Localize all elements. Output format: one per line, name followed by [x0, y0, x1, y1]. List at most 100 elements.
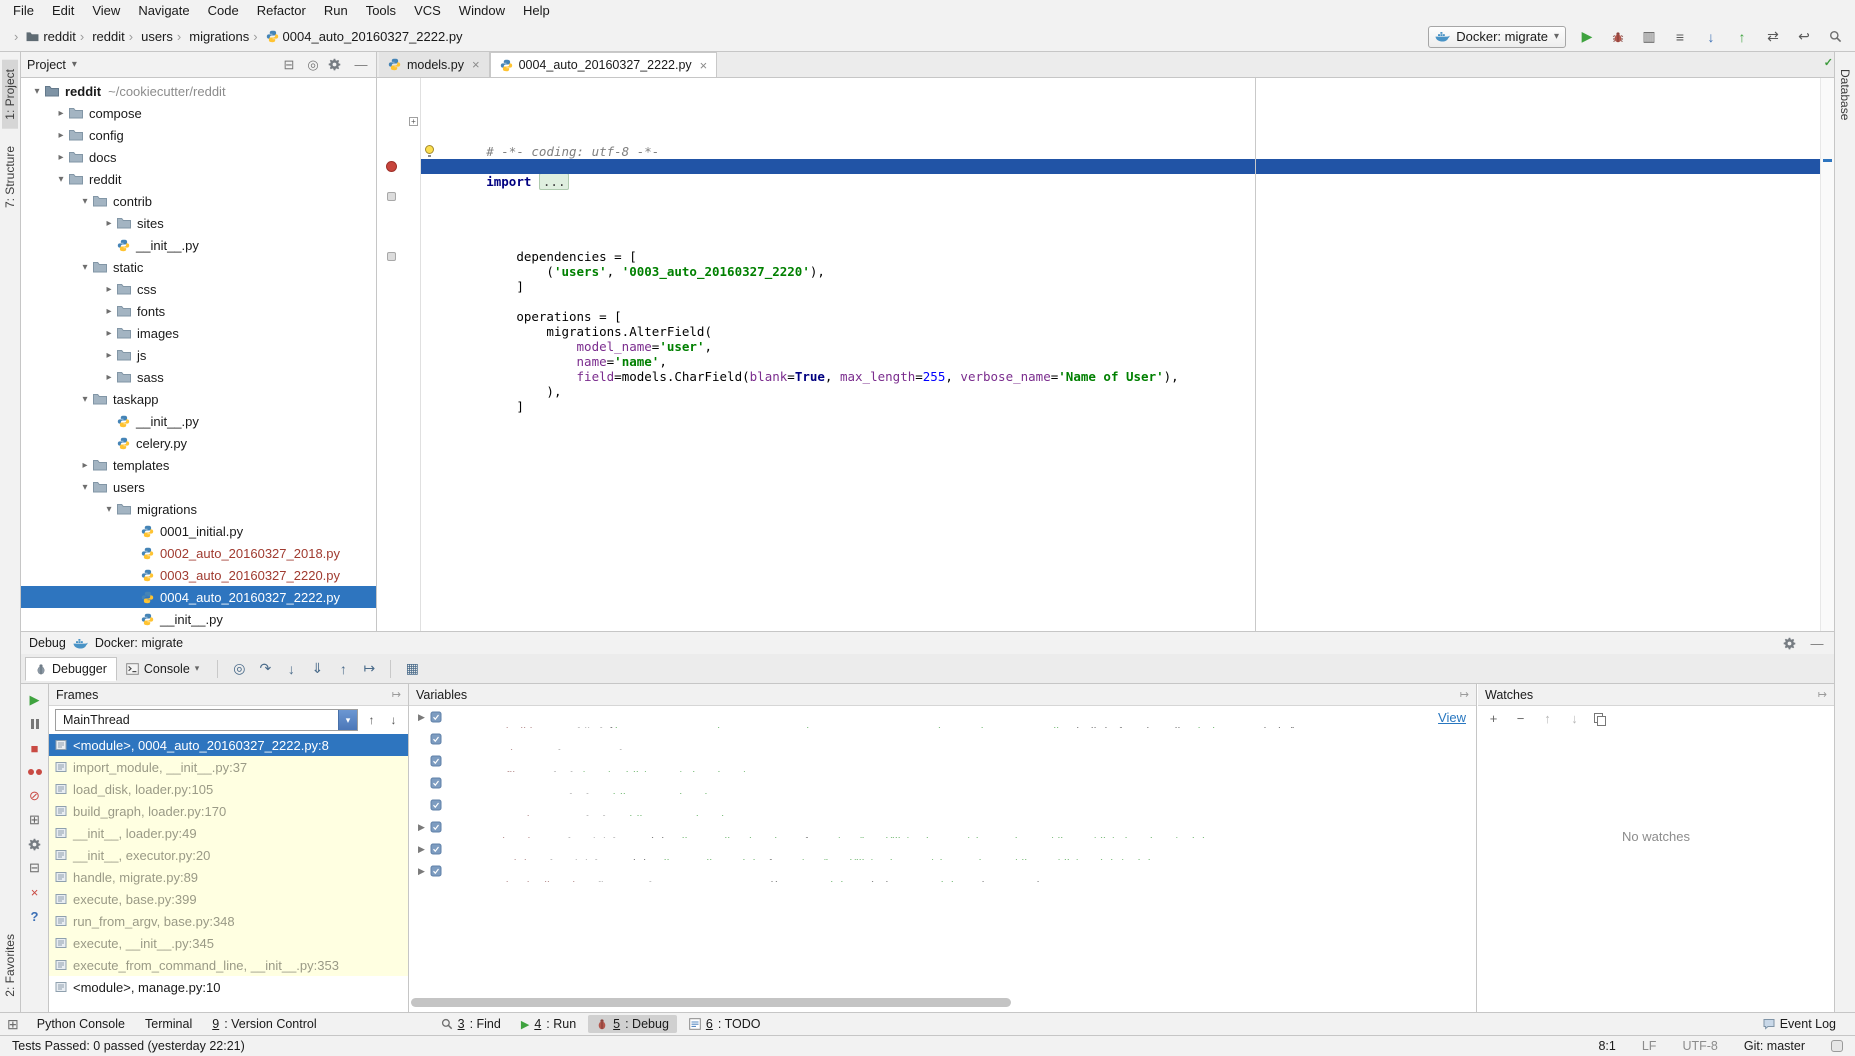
tree-item[interactable]: 0002_auto_20160327_2018.py [21, 542, 376, 564]
tree-arrow-icon[interactable] [53, 152, 69, 163]
variable-row[interactable]: __file__ = {str} '/app/reddit/users/migr… [409, 750, 1476, 772]
view-link[interactable]: View [1438, 710, 1476, 725]
editor-tab[interactable]: models.py [379, 52, 490, 77]
line-separator-indicator[interactable]: LF [1642, 1039, 1657, 1053]
tree-item[interactable]: 0001_initial.py [21, 520, 376, 542]
tree-item[interactable]: fonts [21, 300, 376, 322]
stop-button[interactable]: ■ [26, 740, 44, 756]
copy-icon[interactable] [1594, 713, 1605, 725]
code-editor[interactable]: # -*- coding: utf-8 -*- # Generated by D… [421, 78, 1820, 631]
settings-gear-icon[interactable] [1783, 637, 1801, 650]
menu-item[interactable]: File [4, 0, 43, 22]
tree-arrow-icon[interactable] [101, 306, 117, 317]
git-branch-indicator[interactable]: Git: master [1744, 1039, 1805, 1053]
menu-item[interactable]: Refactor [248, 0, 315, 22]
menu-item[interactable]: Edit [43, 0, 83, 22]
tree-item[interactable]: 0004_auto_20160327_2222.py [21, 586, 376, 608]
tree-arrow-icon[interactable] [101, 284, 117, 295]
breadcrumb-item[interactable]: › 0004_auto_20160327_2222.py [249, 29, 462, 44]
toolwindow-button[interactable]: Python Console [29, 1015, 133, 1033]
status-message[interactable]: Tests Passed: 0 passed (yesterday 22:21) [12, 1039, 245, 1053]
run-configuration-select[interactable]: Docker: migrate ▾ [1428, 26, 1566, 48]
frame-row[interactable]: run_from_argv, base.py:348 [49, 910, 408, 932]
stripe-button-project[interactable]: 1: Project [2, 60, 18, 129]
tree-item[interactable]: templates [21, 454, 376, 476]
tree-item[interactable]: taskapp [21, 388, 376, 410]
toolwindow-button[interactable]: ▶ 3: Find [433, 1015, 509, 1033]
tree-item[interactable]: js [21, 344, 376, 366]
frame-row[interactable]: execute, __init__.py:345 [49, 932, 408, 954]
tree-item[interactable]: config [21, 124, 376, 146]
force-step-into-icon[interactable]: ⇓ [305, 659, 329, 679]
search-everywhere-icon[interactable] [1825, 27, 1845, 47]
tree-item[interactable]: 0003_auto_20160327_2220.py [21, 564, 376, 586]
tree-arrow-icon[interactable] [77, 460, 93, 471]
editor-tab[interactable]: 0004_auto_20160327_2222.py [490, 52, 718, 77]
move-watch-down-icon[interactable]: ↓ [1567, 711, 1582, 726]
tree-item[interactable]: reddit ~/cookiecutter/reddit [21, 80, 376, 102]
tree-arrow-icon[interactable] [53, 130, 69, 141]
view-breakpoints-button[interactable] [26, 764, 44, 780]
tree-arrow-icon[interactable] [77, 196, 93, 207]
frame-row[interactable]: <module>, 0004_auto_20160327_2222.py:8 [49, 734, 408, 756]
frame-row[interactable]: execute_from_command_line, __init__.py:3… [49, 954, 408, 976]
breadcrumb-item[interactable]: › users [125, 29, 173, 44]
vcs-update-button[interactable]: ↓ [1701, 27, 1721, 47]
tree-arrow-icon[interactable] [101, 218, 117, 229]
chevron-down-icon[interactable]: ▾ [72, 59, 77, 70]
add-watch-icon[interactable]: + [1486, 711, 1501, 726]
frame-row[interactable]: <module>, manage.py:10 [49, 976, 408, 998]
rollback-button[interactable]: ↩ [1794, 27, 1814, 47]
remove-watch-icon[interactable]: − [1513, 711, 1528, 726]
toolwindow-button[interactable]: ▶ 4: Run [513, 1015, 584, 1033]
panel-options-icon[interactable]: ↦ [1818, 688, 1827, 701]
variable-row[interactable]: models = {module} <module 'django.db.mod… [409, 838, 1476, 860]
attach-to-process-button[interactable]: ≡ [1670, 27, 1690, 47]
menu-item[interactable]: Navigate [129, 0, 198, 22]
expand-arrow-icon[interactable] [415, 844, 428, 855]
toolwindow-button[interactable]: ▶ 5: Debug [588, 1015, 677, 1033]
pin-tab-button[interactable]: ⊟ [26, 860, 44, 876]
frame-row[interactable]: build_graph, loader.py:170 [49, 800, 408, 822]
tree-item[interactable]: migrations [21, 498, 376, 520]
tree-item[interactable]: __init__.py [21, 410, 376, 432]
breadcrumb-item[interactable]: › reddit [76, 29, 125, 44]
run-button[interactable]: ▶ [1577, 27, 1597, 47]
tree-arrow-icon[interactable] [53, 174, 69, 185]
menu-item[interactable]: VCS [405, 0, 450, 22]
frame-row[interactable]: import_module, __init__.py:37 [49, 756, 408, 778]
tab-close-icon[interactable] [472, 57, 480, 72]
expand-arrow-icon[interactable] [415, 822, 428, 833]
project-view-title[interactable]: Project [27, 58, 66, 72]
status-indicator-icon[interactable] [1831, 1040, 1843, 1052]
expand-arrow-icon[interactable] [415, 866, 428, 877]
variable-row[interactable]: __package__ = {str} 'reddit.users.migrat… [409, 794, 1476, 816]
variable-row[interactable]: __doc__ = {NoneType} None [409, 728, 1476, 750]
tree-arrow-icon[interactable] [53, 108, 69, 119]
evaluate-expression-icon[interactable]: ▦ [400, 659, 424, 679]
panel-options-icon[interactable]: ↦ [1460, 688, 1469, 701]
expand-arrow-icon[interactable] [415, 712, 428, 723]
menu-item[interactable]: Code [199, 0, 248, 22]
tree-item[interactable]: docs [21, 146, 376, 168]
tree-item[interactable]: images [21, 322, 376, 344]
gutter-marker-icon[interactable] [387, 252, 396, 261]
frame-row[interactable]: load_disk, loader.py:105 [49, 778, 408, 800]
tree-item[interactable]: sites [21, 212, 376, 234]
resume-button[interactable]: ▶ [26, 692, 44, 708]
menu-item[interactable]: Window [450, 0, 514, 22]
tree-arrow-icon[interactable] [77, 262, 93, 273]
stripe-button-structure[interactable]: 7: Structure [2, 137, 18, 217]
next-frame-button[interactable]: ↓ [385, 711, 402, 729]
tree-item[interactable]: users [21, 476, 376, 498]
minimize-panel-icon[interactable]: — [1808, 636, 1826, 651]
tree-item[interactable]: css [21, 278, 376, 300]
tree-arrow-icon[interactable] [101, 504, 117, 515]
toolwindow-button[interactable]: 9: Version Control [204, 1015, 324, 1033]
step-into-icon[interactable]: ↓ [279, 659, 303, 679]
tree-item[interactable]: __init__.py [21, 234, 376, 256]
stripe-button-database[interactable]: Database [1837, 60, 1853, 129]
execution-point-marker[interactable] [1823, 159, 1832, 162]
previous-frame-button[interactable]: ↑ [363, 711, 380, 729]
inspection-status-icon[interactable]: ✓ [1824, 56, 1833, 69]
